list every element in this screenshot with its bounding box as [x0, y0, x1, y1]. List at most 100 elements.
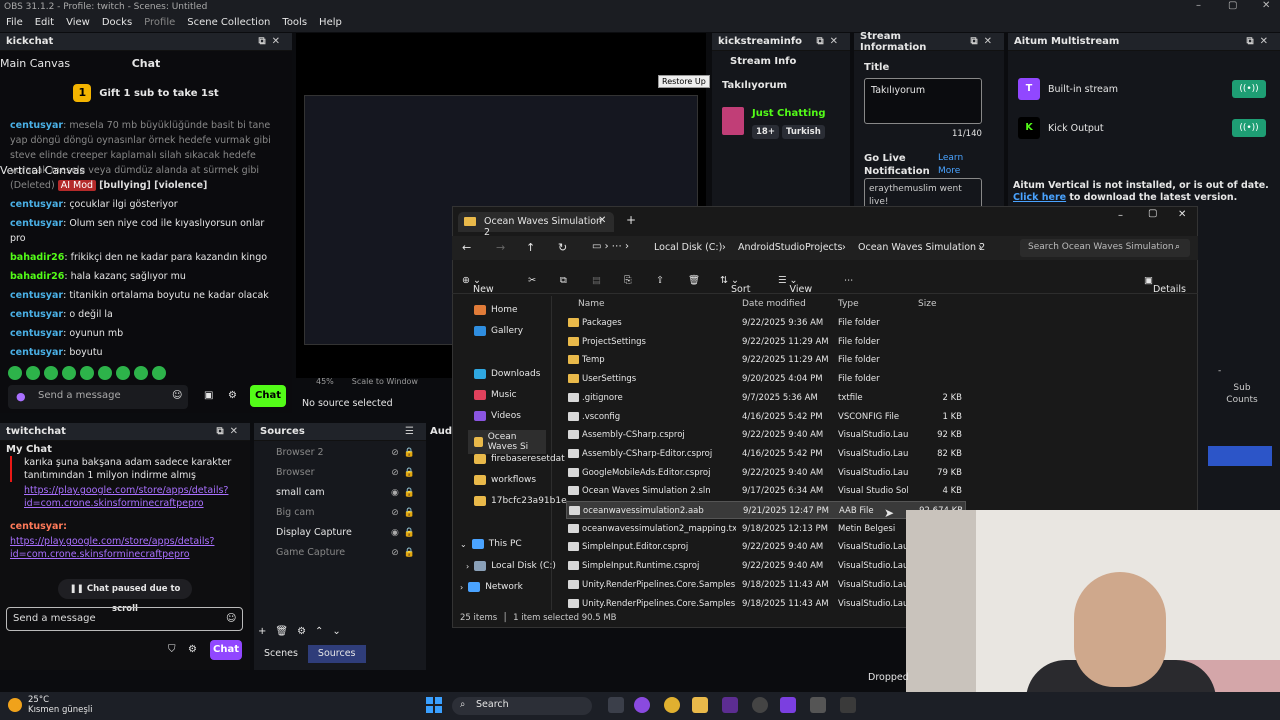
chevron-down-icon[interactable]: ⌄	[460, 540, 467, 549]
twitch-message-input[interactable]: Send a message	[6, 607, 243, 631]
explorer-tab[interactable]: Ocean Waves Simulation 2	[458, 212, 614, 238]
column-header-date[interactable]: Date modified	[742, 299, 806, 309]
unity-icon[interactable]	[810, 697, 826, 713]
source-toolbar-icons[interactable]: +🗑⚙⌃⌄	[258, 626, 350, 637]
close-icon[interactable]: ✕	[1178, 209, 1186, 220]
back-icon[interactable]: ←	[462, 241, 471, 254]
nav-item-network[interactable]: › Network	[460, 582, 523, 592]
emote-icon[interactable]	[44, 366, 58, 380]
visibility-lock-icon[interactable]: ⊘🔒	[391, 548, 420, 558]
visibility-lock-icon[interactable]: ⊘🔒	[391, 448, 420, 458]
dock-controls-icon[interactable]: ⧉✕	[1246, 36, 1274, 47]
dock-controls-icon[interactable]: ☰	[405, 426, 420, 437]
file-explorer-icon[interactable]	[692, 697, 708, 713]
file-row[interactable]: .gitignore 9/7/2025 5:36 AM txtfile 2 KB	[566, 389, 966, 407]
menu-help[interactable]: Help	[319, 17, 342, 31]
emote-icon[interactable]	[62, 366, 76, 380]
refresh-icon[interactable]: ↻	[558, 241, 567, 254]
output-toggle-button[interactable]: ((•))	[1232, 119, 1266, 137]
chat-link[interactable]: https://play.google.com/store/apps/detai…	[10, 535, 236, 561]
tab-scenes[interactable]: Scenes	[254, 645, 308, 663]
search-icon[interactable]: ⌕	[1175, 242, 1180, 252]
dock-controls-icon[interactable]: ⧉✕	[258, 36, 286, 47]
chat-username[interactable]: centusyar	[10, 309, 63, 320]
visibility-lock-icon[interactable]: ⊘🔒	[391, 508, 420, 518]
visibility-lock-icon[interactable]: ◉🔒	[391, 488, 420, 498]
monitor-icon[interactable]: ▭ › ⋯ ›	[592, 241, 629, 252]
kick-chat-send-button[interactable]: Chat	[250, 385, 286, 407]
gift-banner[interactable]: 1 Gift 1 sub to take 1st	[0, 76, 292, 110]
emote-icon[interactable]	[116, 366, 130, 380]
obs-icon[interactable]	[752, 697, 768, 713]
file-row[interactable]: Packages 9/22/2025 9:36 AM File folder	[566, 314, 966, 332]
chat-link[interactable]: https://play.google.com/store/apps/detai…	[10, 484, 236, 510]
file-row[interactable]: Assembly-CSharp.csproj 9/22/2025 9:40 AM V…	[566, 426, 966, 444]
learn-more-link[interactable]: Learn More	[938, 152, 978, 178]
breadcrumb-item[interactable]: Local Disk (C:)	[654, 242, 722, 253]
explorer-search-input[interactable]: Search Ocean Waves Simulation	[1020, 239, 1190, 257]
emote-icon[interactable]	[80, 366, 94, 380]
maximize-icon[interactable]: ▢	[1228, 0, 1237, 11]
gear-icon[interactable]: ⚙	[228, 390, 237, 401]
close-icon[interactable]: ✕	[1262, 0, 1270, 11]
chat-username[interactable]: centusyar	[10, 120, 63, 131]
chat-paused-banner[interactable]: ❚❚ Chat paused due to scroll	[58, 579, 192, 614]
dock-controls-icon[interactable]: ⧉✕	[970, 36, 998, 47]
menu-edit[interactable]: Edit	[35, 17, 54, 31]
task-view-icon[interactable]	[608, 697, 624, 713]
app-icon[interactable]	[840, 697, 856, 713]
dock-controls-icon[interactable]: ⧉✕	[216, 426, 244, 437]
chrome-icon[interactable]	[664, 697, 680, 713]
emoji-icon[interactable]: ☺	[172, 390, 182, 401]
scale-mode[interactable]: Scale to Window	[352, 377, 418, 389]
nav-item-gallery[interactable]: Gallery	[474, 326, 523, 336]
emote-icon[interactable]	[8, 366, 22, 380]
twitch-chat-send-button[interactable]: Chat	[210, 640, 242, 660]
copy-icon[interactable]: ⧉	[560, 275, 567, 286]
chat-username[interactable]: bahadir26	[10, 271, 64, 282]
taskbar-search[interactable]: ⌕ Search	[452, 697, 592, 715]
up-icon[interactable]: ↑	[526, 241, 535, 254]
tab-sources[interactable]: Sources	[307, 645, 366, 663]
column-header-type[interactable]: Type	[838, 299, 859, 309]
app-icon[interactable]	[780, 697, 796, 713]
minimize-icon[interactable]: –	[1118, 210, 1123, 221]
mic-icon[interactable]: ●	[16, 390, 26, 403]
minimize-icon[interactable]: –	[1196, 0, 1201, 11]
menu-profile[interactable]: Profile	[144, 17, 175, 31]
windows-start-icon[interactable]	[426, 697, 442, 713]
file-row[interactable]: .vsconfig 4/16/2025 5:42 PM VSCONFIG File 1…	[566, 408, 966, 426]
chat-username[interactable]: centusyar:	[10, 520, 236, 533]
view-button[interactable]: ☰ View ⌄	[778, 275, 812, 295]
menu-tools[interactable]: Tools	[282, 17, 307, 31]
category-name[interactable]: Just Chatting	[752, 108, 826, 119]
sort-button[interactable]: ⇅ Sort ⌄	[720, 275, 750, 295]
chat-username[interactable]: centusyar	[10, 328, 63, 339]
share-icon[interactable]: ⇪	[656, 275, 664, 286]
details-button[interactable]: ▣ Details	[1144, 275, 1186, 295]
file-row[interactable]: Assembly-CSharp-Editor.csproj 4/16/2025 5…	[566, 445, 966, 463]
close-tab-icon[interactable]: ✕	[598, 215, 606, 226]
shield-icon[interactable]: ⛉	[168, 644, 176, 655]
chevron-right-icon[interactable]: ›	[460, 583, 463, 592]
file-row[interactable]: Ocean Waves Simulation 2.sln 9/17/2025 6:…	[566, 482, 966, 500]
copilot-icon[interactable]	[634, 697, 650, 713]
breadcrumb-item[interactable]: AndroidStudioProjects	[738, 242, 842, 253]
delete-icon[interactable]: 🗑	[688, 275, 700, 286]
kick-message-input[interactable]: Send a message	[8, 385, 188, 409]
rename-icon[interactable]: ⎘	[624, 275, 632, 286]
chat-username[interactable]: centusyar	[10, 218, 63, 229]
title-input[interactable]: Takılıyorum	[864, 78, 982, 124]
menu-docks[interactable]: Docks	[102, 17, 132, 31]
zoom-level[interactable]: 45%	[316, 377, 334, 389]
visibility-lock-icon[interactable]: ⊘🔒	[391, 468, 420, 478]
dock-controls-icon[interactable]: ⧉✕	[816, 36, 844, 47]
more-icon[interactable]: ⋯	[844, 275, 854, 286]
chat-username[interactable]: bahadir26	[10, 252, 64, 263]
chat-username[interactable]: centusyar	[10, 199, 63, 210]
source-item[interactable]: Big cam ⊘🔒	[260, 507, 420, 518]
nav-item-folder[interactable]: firebaseresetdat	[474, 454, 565, 464]
nav-item-videos[interactable]: Videos	[474, 411, 521, 421]
paste-icon[interactable]: ▤	[592, 275, 601, 286]
nav-item-this-pc[interactable]: ⌄ This PC	[460, 539, 522, 549]
